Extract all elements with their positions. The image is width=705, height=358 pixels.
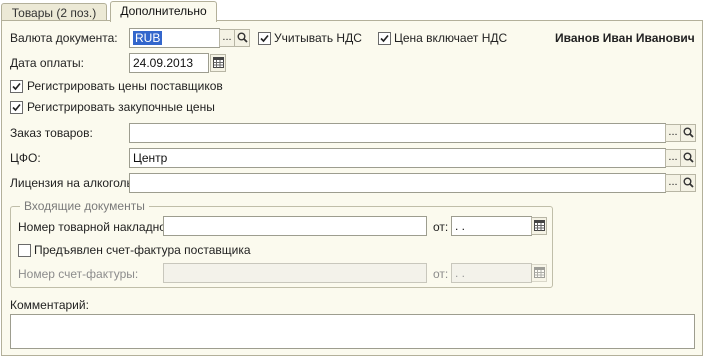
checkmark-icon — [380, 34, 389, 43]
cfo-search-button[interactable] — [680, 149, 696, 167]
ellipsis-icon: ... — [668, 151, 678, 163]
vat-invoice-date-calendar-button[interactable] — [531, 264, 547, 282]
checkmark-icon — [12, 82, 21, 91]
comment-textarea[interactable] — [10, 314, 695, 349]
invoice-number-label: Номер товарной накладной: — [18, 220, 176, 234]
alcohol-license-select-button[interactable]: ... — [665, 174, 681, 192]
calendar-icon — [533, 267, 545, 278]
tab-goods[interactable]: Товары (2 поз.) — [1, 3, 107, 21]
vat-invoice-number-label: Номер счет-фактуры: — [18, 267, 139, 281]
currency-value: RUB — [133, 31, 163, 45]
currency-select-button[interactable]: ... — [219, 29, 235, 47]
search-icon — [683, 152, 694, 163]
search-icon — [683, 127, 694, 138]
vat-label: Учитывать НДС — [274, 31, 362, 45]
invoice-date-input[interactable]: . . — [451, 216, 532, 236]
goods-order-search-button[interactable] — [680, 124, 696, 142]
vat-invoice-date-input[interactable]: . . — [451, 263, 532, 283]
alcohol-license-input[interactable] — [129, 173, 666, 193]
incoming-documents-title: Входящие документы — [20, 199, 149, 213]
responsible-user: Иванов Иван Иванович — [555, 31, 695, 45]
calendar-icon — [212, 57, 224, 68]
search-icon — [683, 177, 694, 188]
alcohol-license-search-button[interactable] — [680, 174, 696, 192]
register-purchase-prices-checkbox[interactable] — [10, 101, 23, 114]
goods-order-select-button[interactable]: ... — [665, 124, 681, 142]
alcohol-license-label: Лицензия на алкоголь: — [10, 176, 137, 190]
currency-search-button[interactable] — [234, 29, 250, 47]
currency-label: Валюта документа: — [10, 31, 118, 45]
invoice-from-label: от: — [433, 220, 449, 234]
price-includes-vat-checkbox[interactable] — [378, 32, 391, 45]
payment-date-label: Дата оплаты: — [10, 56, 84, 70]
currency-input[interactable]: RUB — [129, 28, 220, 48]
payment-date-calendar-button[interactable] — [210, 54, 226, 72]
vat-invoice-checkbox-label: Предъявлен счет-фактура поставщика — [34, 243, 251, 257]
ellipsis-icon: ... — [668, 176, 678, 188]
vat-invoice-number-input[interactable] — [163, 263, 427, 283]
goods-order-label: Заказ товаров: — [10, 126, 93, 140]
vat-invoice-checkbox[interactable] — [18, 244, 31, 257]
goods-order-input[interactable] — [129, 123, 666, 143]
invoice-date-calendar-button[interactable] — [531, 217, 547, 235]
invoice-number-input[interactable] — [163, 216, 427, 236]
cfo-label: ЦФО: — [10, 151, 41, 165]
tab-additional[interactable]: Дополнительно — [110, 1, 217, 22]
document-form: Товары (2 поз.) Дополнительно Валюта док… — [0, 0, 705, 358]
ellipsis-icon: ... — [222, 31, 232, 43]
cfo-select-button[interactable]: ... — [665, 149, 681, 167]
payment-date-input[interactable]: 24.09.2013 — [129, 53, 209, 73]
calendar-icon — [533, 220, 545, 231]
register-purchase-prices-label: Регистрировать закупочные цены — [27, 100, 215, 114]
checkmark-icon — [12, 103, 21, 112]
price-includes-vat-label: Цена включает НДС — [394, 31, 508, 45]
vat-invoice-from-label: от: — [433, 267, 449, 281]
cfo-input[interactable]: Центр — [129, 148, 666, 168]
checkmark-icon — [260, 34, 269, 43]
ellipsis-icon: ... — [668, 126, 678, 138]
register-supplier-prices-checkbox[interactable] — [10, 80, 23, 93]
search-icon — [237, 32, 248, 43]
comment-label: Комментарий: — [10, 298, 89, 312]
vat-checkbox[interactable] — [258, 32, 271, 45]
register-supplier-prices-label: Регистрировать цены поставщиков — [27, 79, 223, 93]
